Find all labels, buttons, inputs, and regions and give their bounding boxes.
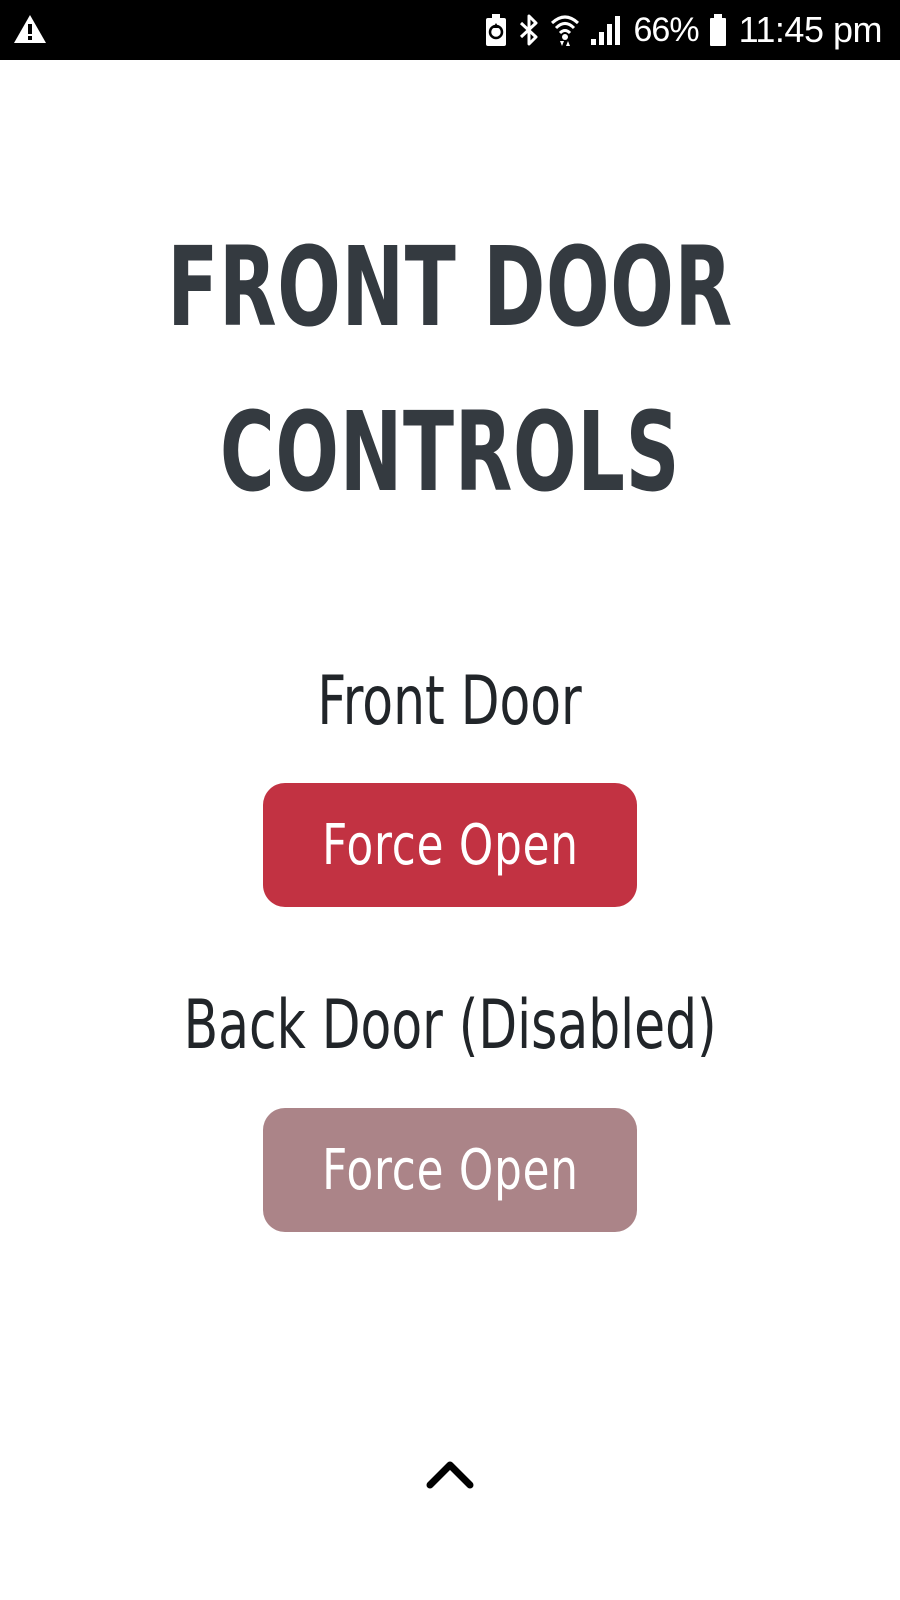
wifi-icon <box>550 15 579 46</box>
front-door-force-open-button[interactable]: Force Open <box>263 783 637 907</box>
battery-icon <box>709 14 726 46</box>
page-title-line-2: CONTROLS <box>219 388 681 516</box>
battery-saver-icon <box>485 14 506 46</box>
back-door-label-text: Back Door (Disabled) <box>183 986 717 1065</box>
signal-icon <box>590 16 620 45</box>
back-door-label: Back Door (Disabled) <box>0 986 900 1066</box>
chevron-up-icon[interactable] <box>425 1455 475 1491</box>
back-door-force-open-button[interactable]: Force Open <box>263 1108 637 1232</box>
front-door-label: Front Door <box>0 662 900 742</box>
status-bar: 66% 11:45 pm <box>0 0 900 60</box>
page-title-line-1: FRONT DOOR <box>167 223 733 351</box>
back-door-force-open-label: Force Open <box>321 1137 579 1203</box>
battery-percent: 66% <box>633 10 700 49</box>
warning-icon <box>14 15 46 43</box>
bluetooth-icon <box>519 14 537 46</box>
clock: 11:45 pm <box>738 9 883 50</box>
front-door-force-open-label: Force Open <box>321 812 579 878</box>
page-title: FRONT DOOR CONTROLS <box>0 205 900 535</box>
status-icons: 66% 11:45 pm <box>484 0 883 60</box>
front-door-label-text: Front Door <box>317 662 583 741</box>
